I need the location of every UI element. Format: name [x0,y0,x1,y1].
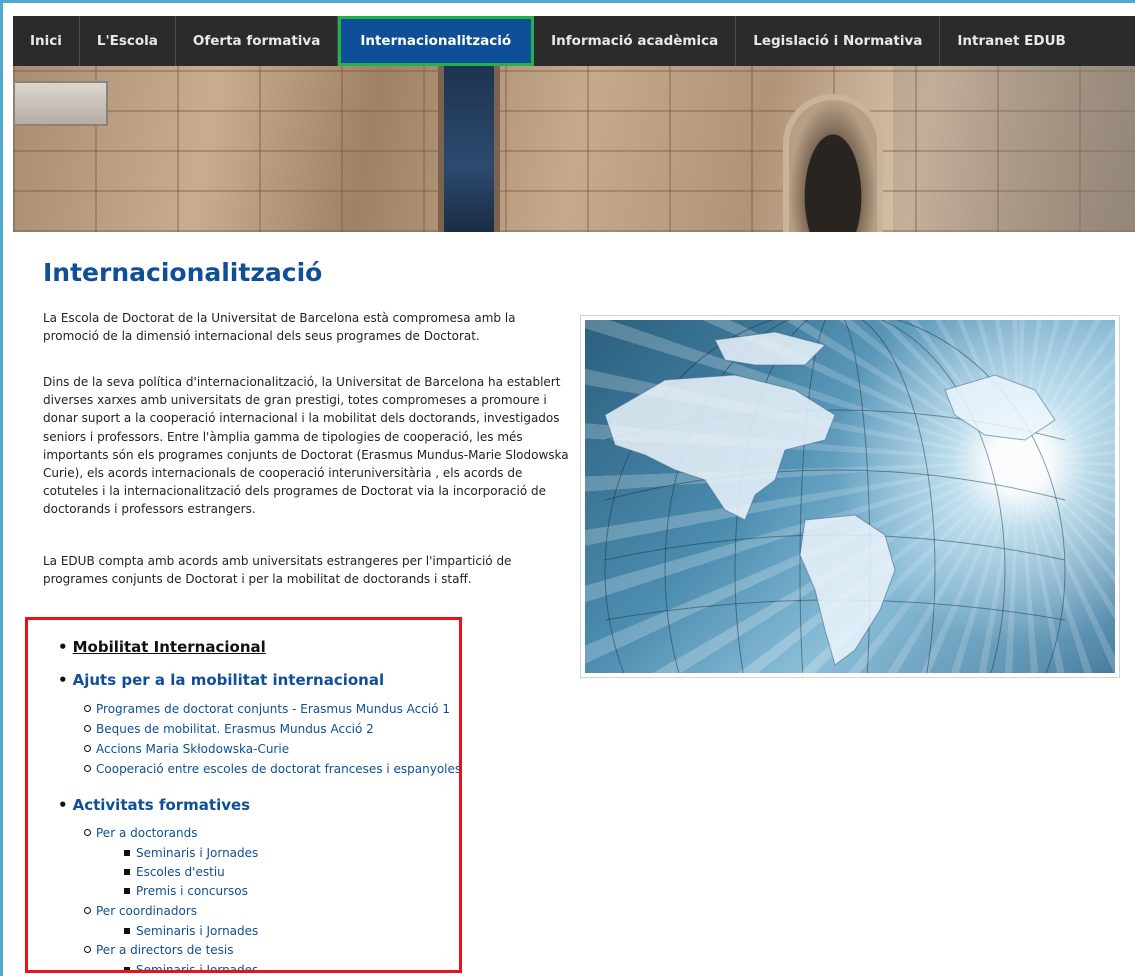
bullet-square [124,967,130,970]
list-item-label: Seminaris i Jornades [136,963,259,973]
link-doctorands-seminaris[interactable]: Seminaris i Jornades [124,846,258,860]
link-coordinadors-seminaris[interactable]: Seminaris i Jornades [124,924,258,938]
bullet-circle [84,907,91,914]
list-item-label: Seminaris i Jornades [136,924,259,938]
list-item-label: Beques de mobilitat. Erasmus Mundus Acci… [96,722,374,736]
bullet-dot: • [58,638,68,656]
bullet-circle [84,765,91,772]
list-item-label: Seminaris i Jornades [136,846,259,860]
globe-grid-graphic [604,320,1066,673]
nav-item-inici[interactable]: Inici [13,16,80,66]
bullet-square [124,928,130,934]
nav-item-escola[interactable]: L'Escola [80,16,176,66]
link-per-directors-tesis[interactable]: Per a directors de tesis [84,943,234,957]
link-ajuts-label: Ajuts per a la mobilitat internacional [72,671,385,689]
nav-item-internacionalitzacio[interactable]: Internacionalització [338,16,535,66]
bullet-circle [84,829,91,836]
bullet-dot: • [58,671,68,689]
hero-banner-image [13,66,1135,232]
link-directors-seminaris[interactable]: Seminaris i Jornades [124,963,259,973]
link-accions-maria-sklodowska-curie[interactable]: Accions Maria Skłodowska-Curie [84,742,289,756]
list-item-label: Accions Maria Skłodowska-Curie [96,742,290,756]
nav-item-intranet-edub[interactable]: Intranet EDUB [940,16,1082,66]
policy-paragraph: Dins de la seva política d'internacional… [43,375,569,517]
link-mobilitat-internacional[interactable]: • Mobilitat Internacional [58,638,266,656]
list-item-label: Per coordinadors [96,904,197,918]
internationalization-links-list: • Mobilitat Internacional • Ajuts per a la… [25,617,462,973]
bullet-circle [84,745,91,752]
link-activitats-formatives[interactable]: • Activitats formatives [58,796,250,814]
list-item-label: Per a directors de tesis [96,943,234,957]
hero-arch-window [783,94,883,232]
agreements-paragraph: La EDUB compta amb acords amb universita… [43,554,512,587]
link-ajuts-mobilitat[interactable]: • Ajuts per a la mobilitat internacional [58,671,384,689]
list-item-label: Premis i concursos [136,884,248,898]
list-item-label: Cooperació entre escoles de doctorat fra… [96,762,462,776]
link-per-a-doctorands[interactable]: Per a doctorands [84,826,197,840]
hero-facade-shadow [893,66,1135,232]
link-mobilitat-label: Mobilitat Internacional [72,638,266,656]
list-item-label: Escoles d'estiu [136,865,225,879]
list-item-label: Per a doctorands [96,826,198,840]
nav-item-informacio-academica[interactable]: Informació acadèmica [534,16,737,66]
nav-item-legislacio-normativa[interactable]: Legislació i Normativa [736,16,941,66]
hero-ac-unit [13,81,108,126]
link-doctorands-premis[interactable]: Premis i concursos [124,884,248,898]
main-navigation: Inici L'Escola Oferta formativa Internac… [13,16,1135,66]
intro-paragraph: La Escola de Doctorat de la Universitat … [43,311,516,344]
bullet-circle [84,946,91,953]
bullet-square [124,888,130,894]
nav-item-oferta-formativa[interactable]: Oferta formativa [176,16,339,66]
bullet-square [124,850,130,856]
link-programes-doctorat-conjunts[interactable]: Programes de doctorat conjunts - Erasmus… [84,702,450,716]
bullet-circle [84,725,91,732]
bullet-dot: • [58,796,68,814]
link-per-coordinadors[interactable]: Per coordinadors [84,904,197,918]
link-doctorands-escoles-estiu[interactable]: Escoles d'estiu [124,865,225,879]
link-activitats-label: Activitats formatives [72,796,251,814]
bullet-circle [84,705,91,712]
list-item-label: Programes de doctorat conjunts - Erasmus… [96,702,450,716]
link-cooperacio-escoles-doctorat[interactable]: Cooperació entre escoles de doctorat fra… [84,762,462,776]
bullet-square [124,869,130,875]
page-title: Internacionalització [43,258,323,287]
world-globe-image [585,320,1115,673]
globe-image-frame [580,315,1120,678]
page-frame: Inici L'Escola Oferta formativa Internac… [0,0,1135,976]
link-beques-mobilitat[interactable]: Beques de mobilitat. Erasmus Mundus Acci… [84,722,374,736]
hero-window [438,66,500,232]
